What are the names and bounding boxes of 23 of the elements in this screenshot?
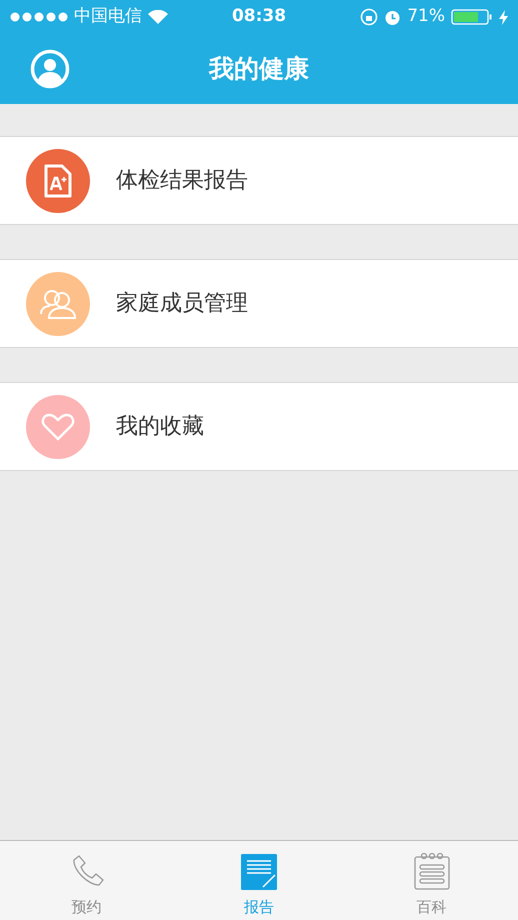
item-label: 体检结果报告 bbox=[116, 167, 248, 195]
signal-icon bbox=[10, 12, 68, 22]
document-icon bbox=[240, 854, 277, 890]
charging-icon bbox=[499, 10, 508, 24]
menu-item[interactable]: 家庭成员管理 bbox=[0, 259, 518, 348]
item-label: 我的收藏 bbox=[116, 413, 204, 441]
battery-percent: 71% bbox=[407, 5, 445, 28]
battery-icon bbox=[451, 9, 493, 25]
menu-item[interactable]: 体检结果报告 bbox=[0, 136, 518, 225]
heart-icon bbox=[41, 412, 75, 442]
profile-button[interactable] bbox=[30, 49, 70, 89]
carrier-name: 中国电信 bbox=[74, 5, 142, 28]
item-label: 家庭成员管理 bbox=[116, 290, 248, 318]
people-icon bbox=[38, 288, 78, 320]
notebook-icon bbox=[414, 852, 450, 890]
alarm-icon bbox=[384, 8, 402, 26]
wifi-icon bbox=[148, 10, 168, 24]
clock-time: 08:38 bbox=[232, 5, 286, 28]
user-icon bbox=[30, 49, 70, 89]
page-title: 我的健康 bbox=[209, 53, 309, 86]
menu-item[interactable]: 我的收藏 bbox=[0, 382, 518, 471]
document-icon bbox=[43, 164, 73, 198]
rotation-lock-icon bbox=[360, 8, 378, 26]
